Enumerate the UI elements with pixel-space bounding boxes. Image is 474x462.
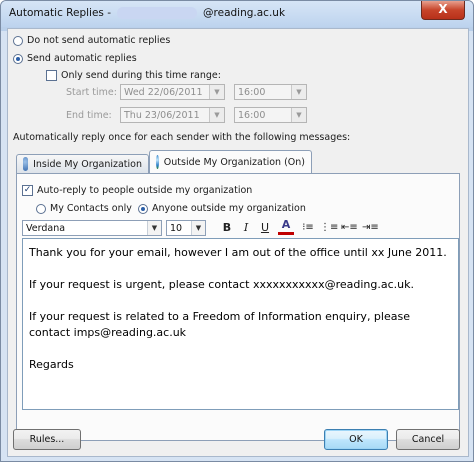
title-bar: Automatic Replies - @reading.ac.uk X — [1, 1, 473, 27]
underline-icon: U — [260, 221, 270, 234]
start-date-combo[interactable]: Wed 22/06/2011 ▼ — [120, 84, 225, 100]
font-size-combo[interactable]: 10 ▼ — [166, 220, 206, 236]
font-name-value: Verdana — [26, 223, 66, 234]
start-time-dropdown-icon[interactable]: ▼ — [291, 85, 306, 99]
start-time-label: Start time: — [66, 87, 117, 98]
auto-reply-outside-option[interactable]: ✓ Auto-reply to people outside my organi… — [22, 185, 252, 196]
start-time-value: 16:00 — [238, 87, 266, 98]
tab-inside-label: Inside My Organization — [33, 158, 142, 170]
auto-reply-outside-label: Auto-reply to people outside my organiza… — [37, 185, 253, 196]
ok-button[interactable]: OK — [324, 429, 388, 450]
end-date-value: Thu 23/06/2011 — [124, 110, 200, 121]
rules-label: Rules... — [29, 434, 65, 445]
end-time-value: 16:00 — [238, 110, 266, 121]
font-name-dropdown-icon[interactable]: ▼ — [147, 221, 161, 235]
do-not-send-option[interactable]: Do not send automatic replies — [13, 35, 170, 46]
message-paragraph: If your request is related to a Freedom … — [29, 310, 410, 339]
send-radio[interactable] — [13, 53, 23, 64]
people-icon — [23, 157, 29, 171]
tab-outside-organization[interactable]: Outside My Organization (On) — [149, 150, 312, 173]
bullets-icon[interactable]: ⁝≡ — [300, 220, 316, 236]
bold-button[interactable]: B — [219, 220, 235, 236]
cancel-button[interactable]: Cancel — [396, 429, 460, 450]
decrease-indent-icon[interactable]: ⇤≡ — [341, 220, 358, 236]
underline-button[interactable]: U — [257, 220, 273, 236]
start-time-combo[interactable]: 16:00 ▼ — [234, 84, 307, 100]
font-name-combo[interactable]: Verdana ▼ — [22, 220, 162, 236]
close-button[interactable]: X — [421, 1, 465, 20]
send-label: Send automatic replies — [27, 53, 137, 64]
send-option[interactable]: Send automatic replies — [13, 53, 137, 64]
auto-reply-outside-checkbox[interactable]: ✓ — [22, 185, 33, 196]
start-date-dropdown-icon[interactable]: ▼ — [209, 85, 224, 99]
do-not-send-label: Do not send automatic replies — [27, 35, 171, 46]
close-icon: X — [438, 2, 448, 16]
font-color-button[interactable]: A — [278, 218, 294, 235]
my-contacts-radio[interactable] — [36, 203, 46, 214]
my-contacts-label: My Contacts only — [50, 203, 132, 214]
bold-icon: B — [222, 221, 232, 234]
italic-icon: I — [243, 221, 249, 234]
end-time-combo[interactable]: 16:00 ▼ — [234, 107, 307, 123]
italic-button[interactable]: I — [238, 220, 254, 236]
rules-button[interactable]: Rules... — [13, 429, 81, 450]
font-size-value: 10 — [170, 223, 183, 234]
window-title-suffix: @reading.ac.uk — [203, 7, 286, 19]
do-not-send-radio[interactable] — [13, 35, 23, 46]
automatic-replies-window: Automatic Replies - @reading.ac.uk X Do … — [0, 0, 474, 462]
globe-icon — [156, 155, 159, 169]
message-paragraph: Thank you for your email, however I am o… — [29, 246, 447, 259]
cancel-label: Cancel — [411, 434, 445, 445]
anyone-outside-option[interactable]: Anyone outside my organization — [138, 203, 306, 214]
message-editor[interactable]: Thank you for your email, however I am o… — [22, 238, 459, 410]
window-title-prefix: Automatic Replies - — [9, 7, 112, 19]
anyone-outside-radio[interactable] — [138, 203, 148, 214]
redacted-address — [117, 7, 198, 19]
tab-outside-label: Outside My Organization (On) — [163, 156, 305, 168]
font-size-dropdown-icon[interactable]: ▼ — [191, 221, 205, 235]
end-time-dropdown-icon[interactable]: ▼ — [291, 108, 306, 122]
numbering-icon[interactable]: ⋮≡ — [320, 220, 338, 236]
window-title: Automatic Replies - @reading.ac.uk — [9, 7, 285, 19]
increase-indent-icon[interactable]: ⇥≡ — [362, 220, 379, 236]
font-color-icon: A — [281, 218, 291, 231]
message-paragraph: Regards — [29, 358, 74, 371]
reply-once-label: Automatically reply once for each sender… — [13, 132, 351, 143]
end-date-combo[interactable]: Thu 23/06/2011 ▼ — [120, 107, 225, 123]
dialog-body: Do not send automatic replies Send autom… — [7, 28, 469, 457]
anyone-outside-label: Anyone outside my organization — [152, 203, 306, 214]
end-date-dropdown-icon[interactable]: ▼ — [209, 108, 224, 122]
time-range-label: Only send during this time range: — [61, 70, 221, 81]
time-range-checkbox[interactable] — [46, 70, 57, 81]
my-contacts-option[interactable]: My Contacts only — [36, 203, 132, 214]
message-paragraph: If your request is urgent, please contac… — [29, 278, 414, 291]
start-date-value: Wed 22/06/2011 — [124, 87, 203, 98]
time-range-option[interactable]: Only send during this time range: — [46, 70, 221, 81]
tab-inside-organization[interactable]: Inside My Organization — [16, 154, 149, 173]
ok-label: OK — [349, 434, 363, 445]
end-time-label: End time: — [66, 110, 112, 121]
